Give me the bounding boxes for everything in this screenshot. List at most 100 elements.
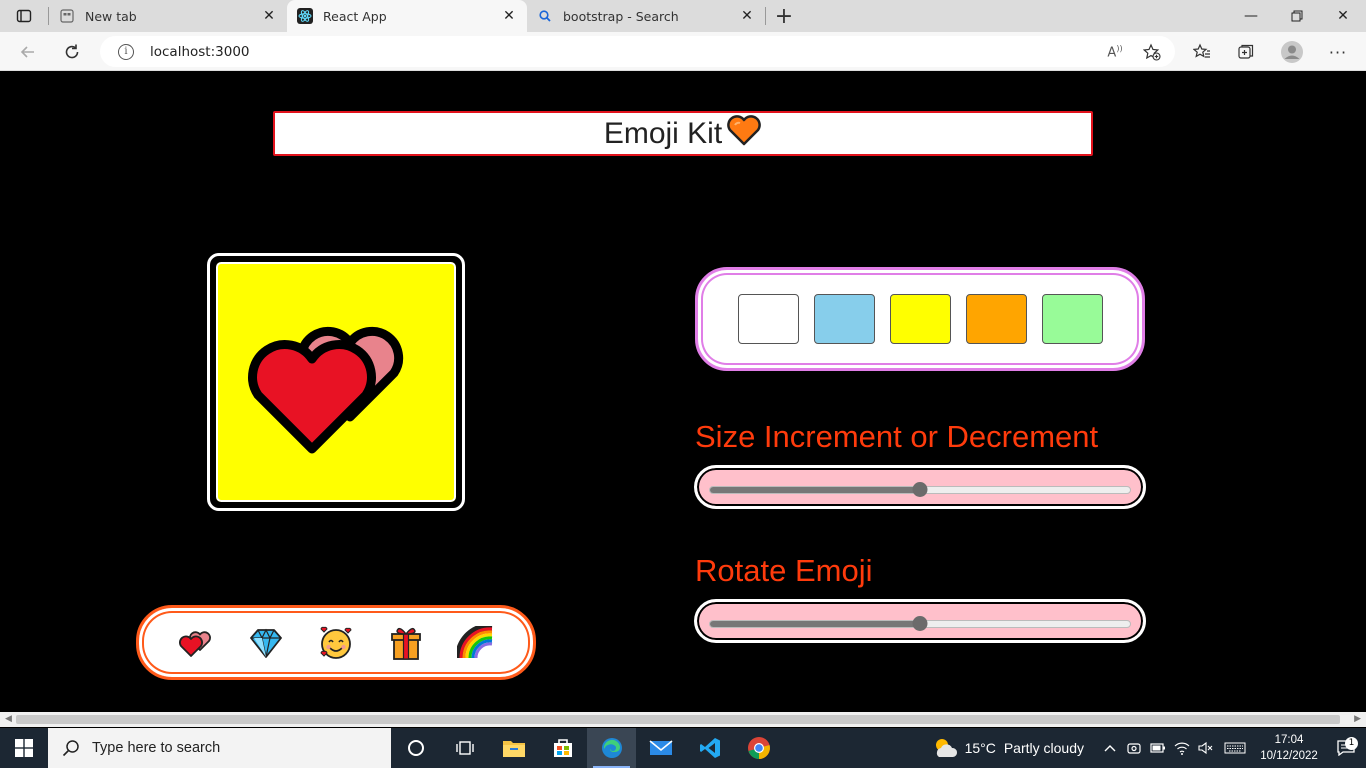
close-icon: ✕ [1337, 8, 1349, 24]
weather-widget[interactable]: 15°C Partly cloudy [933, 737, 1084, 759]
tab-title: React App [323, 8, 387, 24]
smiling-face-with-hearts-icon [320, 626, 352, 659]
tab-actions-button[interactable] [0, 0, 48, 32]
start-button[interactable] [0, 728, 48, 768]
restore-button[interactable] [1274, 0, 1320, 32]
app-title-box: Emoji Kit [273, 111, 1093, 156]
more-icon: ··· [1328, 42, 1348, 62]
tab-actions-icon [16, 9, 32, 23]
new-tab-button[interactable]: + [766, 0, 802, 32]
rotate-slider[interactable] [709, 616, 1131, 631]
scroll-right-icon[interactable]: ▶ [1354, 714, 1361, 724]
emoji-preview [213, 259, 459, 505]
two-hearts-icon [179, 630, 211, 657]
color-swatch-sky-blue[interactable] [813, 294, 875, 344]
folder-icon [502, 741, 525, 757]
emoji-option-gem[interactable] [246, 623, 286, 663]
size-slider-thumb[interactable] [912, 482, 928, 497]
close-tab-icon[interactable]: ✕ [739, 8, 755, 24]
emoji-picker-tray [136, 605, 536, 680]
keyboard-icon[interactable] [1218, 728, 1252, 768]
file-explorer-button[interactable] [489, 728, 538, 768]
clock-date: 10/12/2022 [1260, 750, 1318, 762]
rainbow-icon [457, 625, 493, 658]
battery-icon[interactable] [1146, 728, 1170, 768]
address-bar: i localhost:3000 A)) ··· [0, 32, 1366, 71]
read-aloud-button[interactable]: A)) [1103, 40, 1127, 64]
volume-muted-icon[interactable] [1194, 728, 1218, 768]
add-favorite-button[interactable] [1140, 40, 1164, 64]
weather-temp: 15°C [964, 740, 996, 756]
close-window-button[interactable]: ✕ [1320, 0, 1366, 32]
color-palette [695, 267, 1145, 371]
vscode-icon [699, 738, 720, 758]
mail-button[interactable] [636, 728, 685, 768]
horizontal-scrollbar[interactable]: ◀ ▶ [0, 712, 1366, 727]
emoji-option-two-hearts[interactable] [176, 623, 216, 663]
page-content: Emoji Kit Size Increment or Decrement Ro… [0, 71, 1366, 712]
refresh-icon [65, 44, 79, 59]
windows-taskbar: Type here to search 15°C Partly cloudy 1… [0, 728, 1366, 768]
color-swatch-pale-green[interactable] [1041, 294, 1103, 344]
favorites-button[interactable] [1190, 40, 1214, 64]
settings-more-button[interactable]: ··· [1326, 40, 1350, 64]
vscode-button[interactable] [685, 728, 734, 768]
restore-icon [1291, 10, 1303, 22]
cortana-button[interactable] [391, 728, 440, 768]
avatar-icon [1281, 41, 1303, 63]
partly-cloudy-icon [935, 739, 957, 757]
tab-title: bootstrap - Search [563, 8, 679, 24]
back-button[interactable] [16, 40, 40, 64]
wifi-icon[interactable] [1170, 728, 1194, 768]
tab-new-tab[interactable]: New tab ✕ [49, 0, 287, 32]
emoji-option-gift[interactable] [386, 623, 426, 663]
clock[interactable]: 17:04 10/12/2022 [1252, 732, 1326, 764]
close-tab-icon[interactable]: ✕ [501, 8, 517, 24]
rotate-slider-box [694, 599, 1146, 643]
chrome-button[interactable] [734, 728, 783, 768]
weather-condition: Partly cloudy [1003, 740, 1084, 756]
react-icon [297, 8, 313, 24]
search-icon [62, 740, 79, 757]
scroll-left-icon[interactable]: ◀ [5, 714, 12, 724]
chevron-up-icon[interactable] [1098, 728, 1122, 768]
size-slider-fill [710, 487, 920, 493]
color-swatch-white[interactable] [737, 294, 799, 344]
collections-button[interactable] [1234, 40, 1258, 64]
taskbar-search-field[interactable]: Type here to search [48, 728, 391, 768]
edge-button[interactable] [587, 728, 636, 768]
emoji-option-smiling-face-with-hearts[interactable] [316, 623, 356, 663]
search-placeholder: Type here to search [92, 740, 221, 756]
notification-center-button[interactable]: 1 [1326, 737, 1366, 756]
color-swatch-yellow[interactable] [889, 294, 951, 344]
task-view-button[interactable] [440, 728, 489, 768]
collections-icon [1238, 44, 1254, 59]
store-button[interactable] [538, 728, 587, 768]
tab-bootstrap-search[interactable]: bootstrap - Search ✕ [527, 0, 765, 32]
emoji-option-rainbow[interactable] [456, 623, 496, 663]
mail-icon [648, 740, 673, 755]
scrollbar-thumb[interactable] [16, 715, 1340, 724]
system-tray: 15°C Partly cloudy 17:04 10/12/2022 1 [933, 728, 1366, 768]
read-aloud-icon: A)) [1107, 43, 1123, 61]
url-field[interactable]: i localhost:3000 [100, 36, 1175, 67]
size-slider-box [694, 465, 1146, 509]
size-slider[interactable] [709, 482, 1131, 497]
rotate-slider-thumb[interactable] [912, 616, 928, 631]
orange-heart-icon [726, 114, 762, 154]
two-hearts-icon [248, 326, 404, 454]
color-swatch-orange[interactable] [965, 294, 1027, 344]
site-info-icon[interactable]: i [118, 43, 134, 60]
favorites-icon [1193, 43, 1210, 58]
back-arrow-icon [20, 46, 34, 58]
size-label: Size Increment or Decrement [695, 419, 1099, 454]
close-tab-icon[interactable]: ✕ [261, 8, 277, 24]
profile-button[interactable] [1280, 40, 1304, 64]
chrome-icon [747, 737, 770, 759]
meet-now-icon[interactable] [1122, 728, 1146, 768]
store-icon [553, 739, 572, 757]
edge-icon [601, 738, 622, 758]
tab-react-app[interactable]: React App ✕ [287, 0, 527, 32]
minimize-button[interactable]: — [1228, 0, 1274, 32]
refresh-button[interactable] [60, 40, 84, 64]
